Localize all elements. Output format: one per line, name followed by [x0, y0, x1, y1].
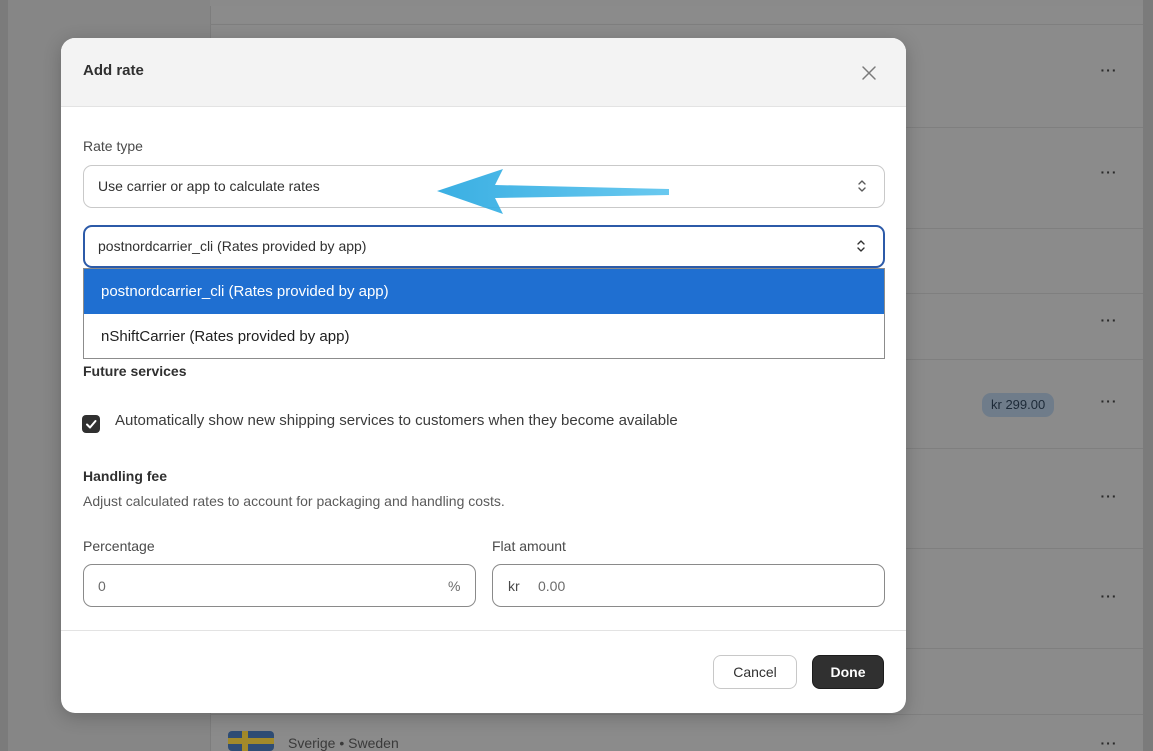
- flat-amount-input[interactable]: kr 0.00: [492, 564, 885, 607]
- background-row-divider: [210, 714, 1143, 715]
- carrier-option[interactable]: nShiftCarrier (Rates provided by app): [84, 314, 884, 359]
- carrier-select-value: postnordcarrier_cli (Rates provided by a…: [98, 238, 367, 254]
- carrier-select[interactable]: postnordcarrier_cli (Rates provided by a…: [83, 225, 885, 268]
- percentage-value: 0: [98, 578, 106, 594]
- flat-amount-label: Flat amount: [492, 538, 566, 554]
- chevron-updown-icon: [857, 240, 865, 252]
- background-row-divider: [210, 24, 1143, 25]
- cancel-button[interactable]: Cancel: [713, 655, 797, 689]
- currency-prefix: kr: [508, 578, 520, 594]
- close-button[interactable]: [859, 63, 879, 83]
- add-rate-modal: Add rate Rate type Use carrier or app to…: [61, 38, 906, 713]
- modal-header: Add rate: [61, 38, 906, 107]
- row-more-button[interactable]: ···: [1097, 62, 1121, 78]
- checkmark-icon: [86, 420, 97, 429]
- handling-fee-description: Adjust calculated rates to account for p…: [83, 493, 505, 509]
- carrier-option[interactable]: postnordcarrier_cli (Rates provided by a…: [84, 269, 884, 314]
- chevron-updown-icon: [858, 180, 866, 192]
- flat-amount-placeholder: 0.00: [538, 578, 566, 594]
- close-icon: [862, 66, 876, 80]
- rate-type-label: Rate type: [83, 138, 143, 154]
- modal-title: Add rate: [83, 62, 144, 79]
- auto-show-checkbox[interactable]: [82, 415, 100, 433]
- done-button[interactable]: Done: [812, 655, 884, 689]
- modal-footer-divider: [61, 630, 906, 631]
- background-scrollbar: [1143, 0, 1153, 751]
- auto-show-label: Automatically show new shipping services…: [115, 412, 678, 429]
- row-more-button[interactable]: ···: [1097, 588, 1121, 604]
- arrow-left-icon: [437, 169, 669, 214]
- percentage-input[interactable]: 0 %: [83, 564, 476, 607]
- sweden-flag-icon: [228, 731, 274, 751]
- handling-fee-heading: Handling fee: [83, 468, 168, 484]
- future-services-heading: Future services: [83, 363, 187, 379]
- percentage-label: Percentage: [83, 538, 155, 554]
- row-more-button[interactable]: ···: [1097, 393, 1121, 409]
- carrier-dropdown-list: postnordcarrier_cli (Rates provided by a…: [83, 268, 885, 359]
- percent-suffix: %: [448, 578, 461, 594]
- row-more-button[interactable]: ···: [1097, 164, 1121, 180]
- background-edge: [0, 0, 8, 751]
- rate-type-value: Use carrier or app to calculate rates: [98, 178, 320, 194]
- row-more-button[interactable]: ···: [1097, 735, 1121, 751]
- country-name: Sverige • Sweden: [288, 735, 399, 751]
- row-more-button[interactable]: ···: [1097, 488, 1121, 504]
- rate-price-badge: kr 299.00: [982, 393, 1055, 417]
- row-more-button[interactable]: ···: [1097, 312, 1121, 328]
